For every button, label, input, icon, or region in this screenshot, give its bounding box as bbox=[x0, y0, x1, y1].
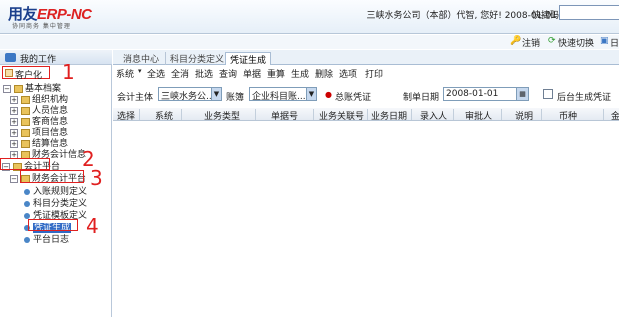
customize-icon bbox=[5, 69, 13, 77]
filter-bar: 会计主体 三峡水务公... ▼ 账簿 企业科目账... ▼ ● 总账凭证 制单日… bbox=[113, 86, 619, 104]
quick-code-input[interactable] bbox=[559, 5, 619, 20]
entity-label: 会计主体 bbox=[117, 93, 154, 103]
menu-system[interactable]: 系统 bbox=[116, 67, 134, 80]
work-icon bbox=[5, 53, 16, 62]
tab-voucher-generate[interactable]: 凭证生成 bbox=[225, 52, 272, 66]
chevron-down-icon: ▼ bbox=[211, 88, 221, 100]
calendar-icon[interactable]: ▦ bbox=[516, 88, 528, 100]
annotation-3: 3 bbox=[90, 166, 103, 190]
menu-recalc[interactable]: 重算 bbox=[267, 67, 285, 80]
left-panel: 我的工作 客户化 1 − 基本档案 + 组织机构 + 人员信息 + 客商信息 + 项目信息… bbox=[0, 50, 112, 317]
top-toolbar: 🔑 注销 ⟳ 快速切换 ▣ 日志 bbox=[0, 35, 619, 49]
book-label: 账簿 bbox=[226, 93, 245, 103]
tab-subject-class[interactable]: 科目分类定义 bbox=[165, 52, 228, 65]
tree-leaf-platform-log[interactable]: 平台日志 bbox=[24, 232, 69, 245]
book-select[interactable]: 企业科目账... ▼ bbox=[249, 87, 317, 101]
chevron-down-icon: ▾ bbox=[138, 67, 142, 75]
menu-document[interactable]: 单据 bbox=[243, 67, 261, 80]
background-generate-checkbox[interactable] bbox=[543, 89, 553, 99]
chevron-down-icon: ▼ bbox=[306, 88, 316, 100]
customize-item[interactable]: 客户化 bbox=[2, 66, 50, 81]
app-logo: 用友ERP-NC 协同商务 集中管理 bbox=[8, 6, 92, 30]
tab-message-center[interactable]: 消息中心 bbox=[119, 52, 163, 65]
log-link[interactable]: 日志 bbox=[610, 36, 619, 49]
key-icon: 🔑 bbox=[510, 36, 522, 46]
tab-bar: 消息中心 科目分类定义 凭证生成 bbox=[113, 50, 619, 66]
menu-options[interactable]: 选项 bbox=[339, 67, 357, 80]
menu-delete[interactable]: 删除 bbox=[315, 67, 333, 80]
menu-query[interactable]: 查询 bbox=[219, 67, 237, 80]
leaf-icon bbox=[24, 188, 30, 195]
menu-bar: 系统 ▾ 全选 全消 批选 查询 单据 重算 生成 删除 选项 打印 bbox=[113, 66, 619, 80]
annotation-1: 1 bbox=[62, 60, 75, 84]
highlight-box-4 bbox=[28, 219, 78, 231]
menu-select-all[interactable]: 全选 bbox=[147, 67, 165, 80]
leaf-icon bbox=[24, 212, 30, 219]
annotation-4: 4 bbox=[86, 214, 99, 238]
app-header: 用友ERP-NC 协同商务 集中管理 三峡水务公司（本部）代智, 您好! 200… bbox=[0, 0, 619, 34]
logout-link[interactable]: 注销 bbox=[522, 36, 540, 49]
quick-code-label: 快捷码 bbox=[532, 11, 560, 21]
date-label: 制单日期 bbox=[403, 93, 440, 103]
menu-print[interactable]: 打印 bbox=[365, 67, 383, 80]
quick-switch-link[interactable]: 快速切换 bbox=[558, 36, 594, 49]
leaf-icon bbox=[24, 236, 30, 243]
user-info: 三峡水务公司（本部）代智, 您好! 2008-01-01 bbox=[366, 11, 558, 21]
grid-header: 选择 系统 业务类型 单据号 业务关联号 业务日期 录入人 审批人 说明 币种 … bbox=[113, 108, 619, 122]
my-work-header: 我的工作 bbox=[0, 50, 112, 65]
menu-batch-select[interactable]: 批选 bbox=[195, 67, 213, 80]
grid-body[interactable] bbox=[113, 121, 619, 317]
entity-select[interactable]: 三峡水务公... ▼ bbox=[158, 87, 222, 101]
highlight-box-2 bbox=[0, 158, 50, 170]
total-voucher-label: 总账凭证 bbox=[335, 93, 372, 103]
log-icon: ▣ bbox=[600, 36, 609, 46]
highlight-box-3 bbox=[20, 170, 84, 183]
background-generate-label: 后台生成凭证 bbox=[557, 93, 612, 103]
main-area: 消息中心 科目分类定义 凭证生成 系统 ▾ 全选 全消 批选 查询 单据 重算 … bbox=[113, 50, 619, 317]
switch-icon: ⟳ bbox=[548, 36, 556, 46]
date-input[interactable]: 2008-01-01 ▦ bbox=[443, 87, 529, 101]
leaf-icon bbox=[24, 200, 30, 207]
menu-deselect-all[interactable]: 全消 bbox=[171, 67, 189, 80]
customize-label: 客户化 bbox=[15, 71, 43, 81]
menu-generate[interactable]: 生成 bbox=[291, 67, 309, 80]
my-work-title: 我的工作 bbox=[20, 55, 57, 65]
required-mark: ● bbox=[325, 90, 332, 99]
